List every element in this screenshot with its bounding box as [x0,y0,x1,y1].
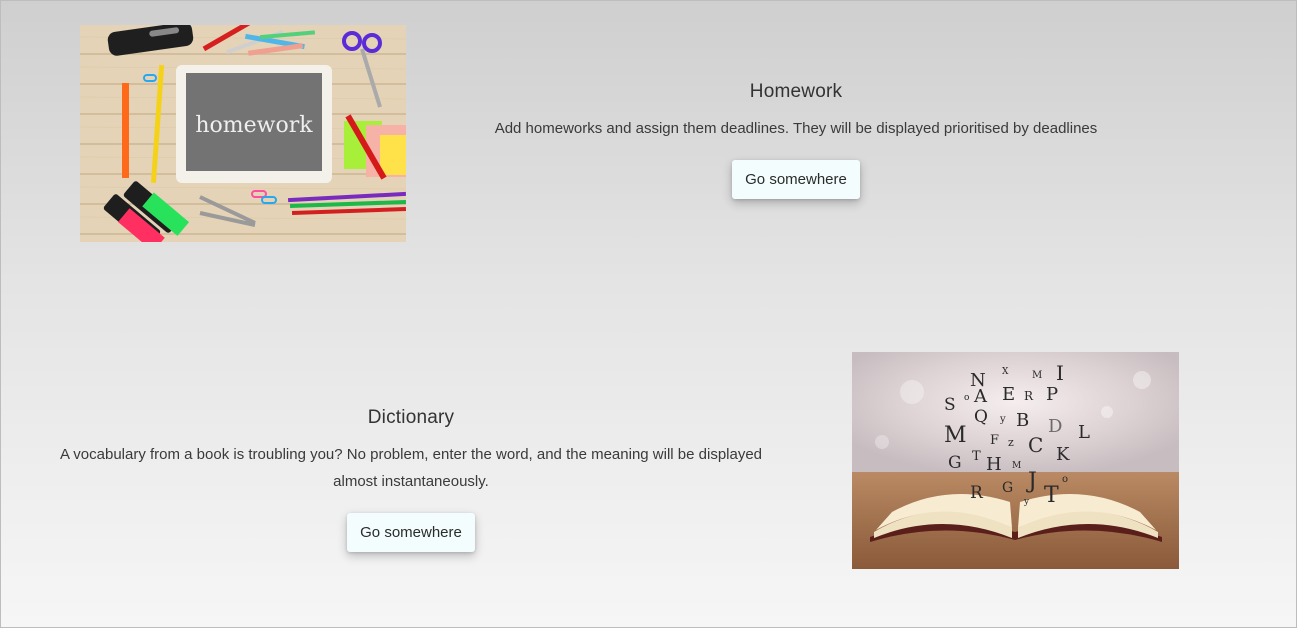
svg-text:T: T [1044,483,1059,508]
svg-text:P: P [1046,384,1058,405]
svg-text:F: F [990,433,999,448]
svg-text:X: X [1002,367,1009,377]
homework-description: Add homeworks and assign them deadlines.… [494,120,1098,137]
svg-text:o: o [964,393,969,403]
homework-go-button[interactable]: Go somewhere [732,160,860,199]
svg-text:I: I [1056,361,1064,385]
dictionary-go-button[interactable]: Go somewhere [347,513,475,552]
svg-text:y: y [1023,497,1030,507]
svg-text:G: G [948,453,962,473]
svg-text:S: S [944,395,956,415]
svg-text:T: T [972,449,981,464]
svg-text:J: J [1026,469,1037,494]
dictionary-card: Dictionary A vocabulary from a book is t… [41,407,781,552]
svg-text:C: C [1028,433,1043,457]
svg-text:R: R [1024,389,1034,403]
svg-text:M: M [1032,370,1042,381]
dictionary-image: N X M I S o A E R P Q y B D M F z C L G … [852,352,1179,569]
homework-card: Homework Add homeworks and assign them d… [441,81,1151,199]
svg-text:H: H [986,454,1002,475]
svg-text:M: M [1012,461,1021,471]
dictionary-title: Dictionary [367,407,455,428]
svg-text:R: R [970,483,984,503]
svg-text:A: A [973,386,988,407]
svg-text:G: G [1002,480,1013,496]
svg-text:K: K [1056,444,1070,465]
svg-text:Q: Q [974,407,988,427]
homework-title: Homework [749,81,843,102]
svg-text:B: B [1016,410,1029,431]
svg-text:y: y [999,414,1006,425]
svg-text:E: E [1002,384,1015,405]
svg-text:M: M [944,423,967,448]
svg-text:homework: homework [195,113,313,138]
homework-image: homework [80,25,406,242]
svg-text:o: o [1062,474,1068,485]
svg-text:D: D [1048,416,1062,437]
dictionary-description: A vocabulary from a book is troubling yo… [59,446,763,490]
svg-text:z: z [1008,436,1014,449]
svg-text:L: L [1078,422,1090,443]
